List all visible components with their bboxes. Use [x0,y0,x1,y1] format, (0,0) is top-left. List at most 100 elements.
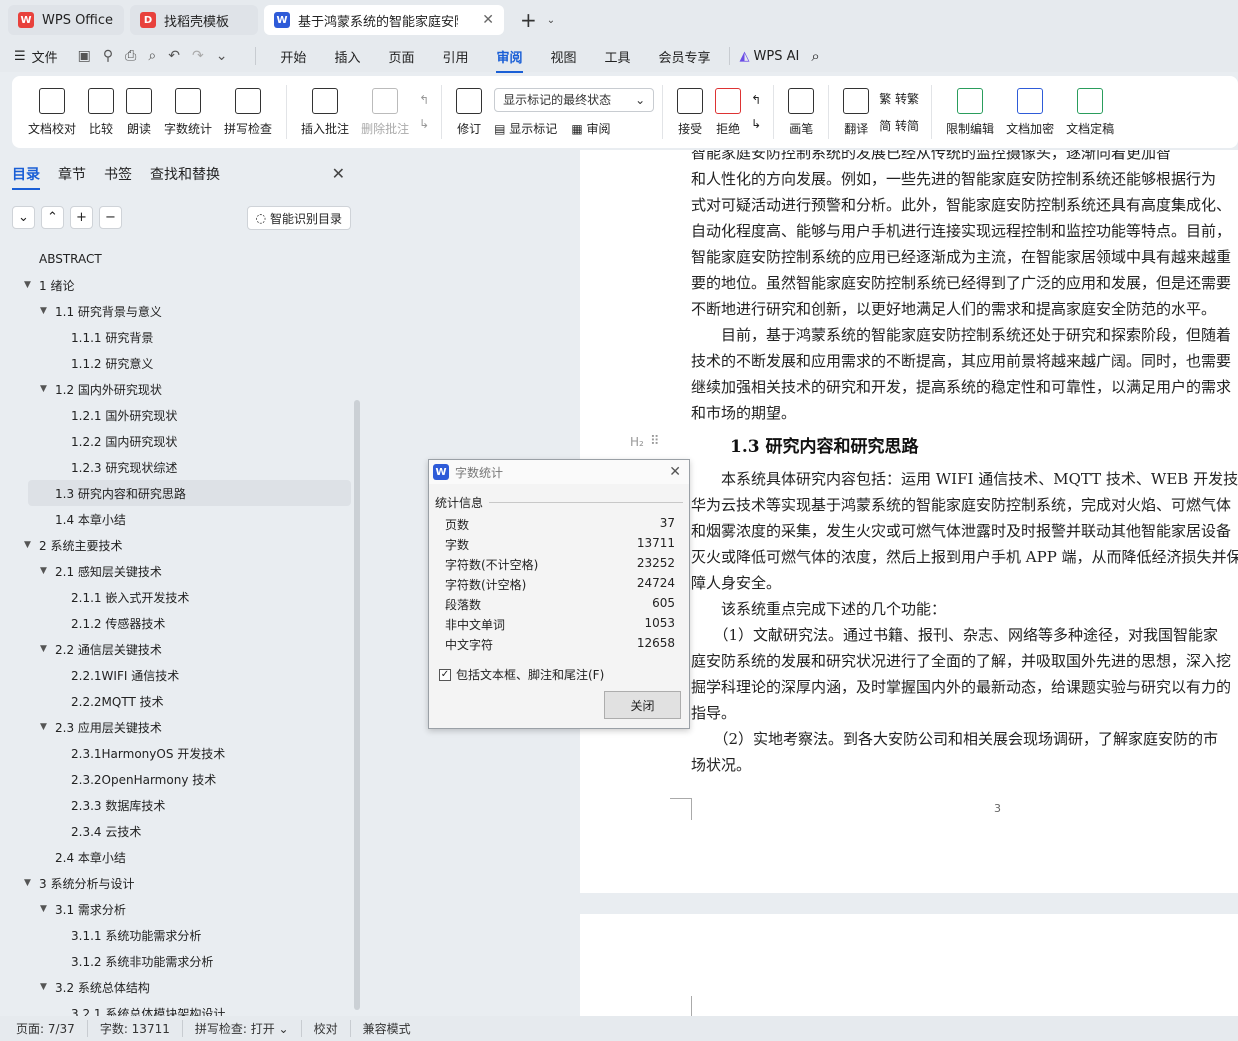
share-icon[interactable]: ⚲ [103,48,113,64]
status-spell[interactable]: 拼写检查: 打开 ⌄ [195,1020,302,1037]
heading-level-marker[interactable]: H₂ [630,435,644,449]
menu-page[interactable]: 页面 [388,47,414,66]
status-proof[interactable]: 校对 [314,1020,351,1037]
search-icon[interactable]: ⌕ [811,47,819,65]
tab-find-replace[interactable]: 查找和替换 [150,164,220,184]
toc-item[interactable]: ▼ 3.2 系统总体结构 [0,974,352,1000]
previous-change-icon[interactable]: ↰ [751,93,761,107]
tab-document[interactable]: W 基于鸿蒙系统的智能家庭安防控 ✕ [264,5,504,35]
menu-review[interactable]: 审阅 [496,47,523,73]
toc-item[interactable]: 2.2.2MQTT 技术 [0,688,352,714]
to-traditional-button[interactable]: 繁 转繁 [879,90,919,107]
expand-arrow-icon[interactable]: ▼ [40,722,47,732]
toc-item[interactable]: ▼ 1.2 国内外研究现状 [0,376,352,402]
drag-handle-icon[interactable]: ⠿ [650,434,660,449]
smart-toc-button[interactable]: ◌ 智能识别目录 [246,206,351,230]
markup-select[interactable]: 显示标记的最终状态 ⌄ [494,87,655,112]
show-markup-button[interactable]: ▤ 显示标记 [494,120,557,137]
close-tab-icon[interactable]: ✕ [482,12,494,28]
toc-item[interactable]: 1.3 研究内容和研究思路 [28,480,351,506]
undo-icon[interactable]: ↶ [168,48,180,64]
toc-scrollbar[interactable] [354,400,360,1010]
translate-button[interactable]: 翻译 [837,82,875,142]
toc-item[interactable]: 2.1.1 嵌入式开发技术 [0,584,352,610]
toc-item[interactable]: 1.2.1 国外研究现状 [0,402,352,428]
expand-arrow-icon[interactable]: ▼ [40,566,47,576]
review-pane-button[interactable]: ▦ 审阅 [571,120,610,137]
toc-item[interactable]: 2.3.4 云技术 [0,818,352,844]
remove-icon[interactable]: − [99,206,122,229]
toc-item[interactable]: ABSTRACT [0,246,352,272]
toc-item[interactable]: 1.2.2 国内研究现状 [0,428,352,454]
toc-item[interactable]: 1.1.2 研究意义 [0,350,352,376]
toc-item[interactable]: ▼ 3 系统分析与设计 [0,870,352,896]
collapse-icon[interactable]: ⌄ [12,206,35,229]
menu-file[interactable]: 文件 [32,47,58,66]
word-count-button[interactable]: 字数统计 [158,82,218,142]
redo-icon[interactable]: ↷ [192,48,204,64]
more-icon[interactable]: ⌄ [216,48,228,64]
print-preview-icon[interactable]: ⌕ [148,48,156,64]
menu-insert[interactable]: 插入 [334,47,360,66]
toc-item[interactable]: ▼ 1.1 研究背景与意义 [0,298,352,324]
toc-item[interactable]: ▼ 2.2 通信层关键技术 [0,636,352,662]
expand-arrow-icon[interactable]: ▼ [24,280,31,290]
delete-comment-button[interactable]: 删除批注 [355,82,415,142]
doc-encrypt-button[interactable]: 文档加密 [1000,82,1060,142]
next-change-icon[interactable]: ↳ [751,117,761,131]
revise-button[interactable]: 修订 [450,82,488,142]
menu-tools[interactable]: 工具 [605,47,631,66]
toc-item[interactable]: 1.2.3 研究现状综述 [0,454,352,480]
next-page[interactable] [580,914,1238,1016]
expand-arrow-icon[interactable]: ▼ [40,384,47,394]
status-page[interactable]: 页面: 7/37 [16,1020,88,1037]
toc-item[interactable]: 2.2.1WIFI 通信技术 [0,662,352,688]
add-icon[interactable]: + [70,206,93,229]
menu-view[interactable]: 视图 [551,47,577,66]
expand-icon[interactable]: ⌃ [41,206,64,229]
close-icon[interactable]: ✕ [669,464,681,480]
tab-bookmarks[interactable]: 书签 [104,164,132,184]
spell-check-button[interactable]: 拼写检查 [218,82,278,142]
expand-arrow-icon[interactable]: ▼ [40,644,47,654]
save-icon[interactable]: ▣ [78,48,91,64]
chevron-down-icon[interactable]: ⌄ [547,15,555,26]
menu-home[interactable]: 开始 [280,47,306,66]
toc-item[interactable]: ▼ 2.1 感知层关键技术 [0,558,352,584]
pen-button[interactable]: 画笔 [782,82,820,142]
expand-arrow-icon[interactable]: ▼ [40,306,47,316]
hamburger-icon[interactable]: ☰ [14,49,26,64]
menu-member[interactable]: 会员专享 [659,47,711,66]
new-tab-icon[interactable]: + [520,8,537,32]
toc-item[interactable]: 1.1.1 研究背景 [0,324,352,350]
to-simplified-button[interactable]: 简 转简 [879,117,919,134]
menu-reference[interactable]: 引用 [442,47,468,66]
read-aloud-button[interactable]: 朗读 [120,82,158,142]
tab-chapters[interactable]: 章节 [58,164,86,184]
toc-item[interactable]: 2.3.1HarmonyOS 开发技术 [0,740,352,766]
compare-button[interactable]: 比较 [82,82,120,142]
close-icon[interactable]: ✕ [332,164,345,183]
expand-arrow-icon[interactable]: ▼ [40,982,47,992]
toc-item[interactable]: ▼ 2 系统主要技术 [0,532,352,558]
toc-item[interactable]: ▼ 1 绪论 [0,272,352,298]
toc-item[interactable]: 1.4 本章小结 [0,506,352,532]
next-comment-icon[interactable]: ↳ [419,117,429,131]
tab-wps-office[interactable]: W WPS Office [8,5,124,35]
restrict-edit-button[interactable]: 限制编辑 [940,82,1000,142]
status-words[interactable]: 字数: 13711 [100,1020,183,1037]
toc-item[interactable]: 2.3.2OpenHarmony 技术 [0,766,352,792]
menu-wps-ai[interactable]: WPS AI [754,49,800,64]
expand-arrow-icon[interactable]: ▼ [40,904,47,914]
toc-item[interactable]: ▼ 2.3 应用层关键技术 [0,714,352,740]
accept-button[interactable]: 接受 [671,82,709,142]
close-button[interactable]: 关闭 [604,691,681,719]
toc-item[interactable]: 2.3.3 数据库技术 [0,792,352,818]
expand-arrow-icon[interactable]: ▼ [24,878,31,888]
tab-template[interactable]: D 找稻壳模板 [130,5,258,35]
doc-finalize-button[interactable]: 文档定稿 [1060,82,1120,142]
toc-item[interactable]: 2.4 本章小结 [0,844,352,870]
tab-toc[interactable]: 目录 [12,164,40,190]
toc-item[interactable]: ▼ 3.1 需求分析 [0,896,352,922]
toc-item[interactable]: 2.1.2 传感器技术 [0,610,352,636]
